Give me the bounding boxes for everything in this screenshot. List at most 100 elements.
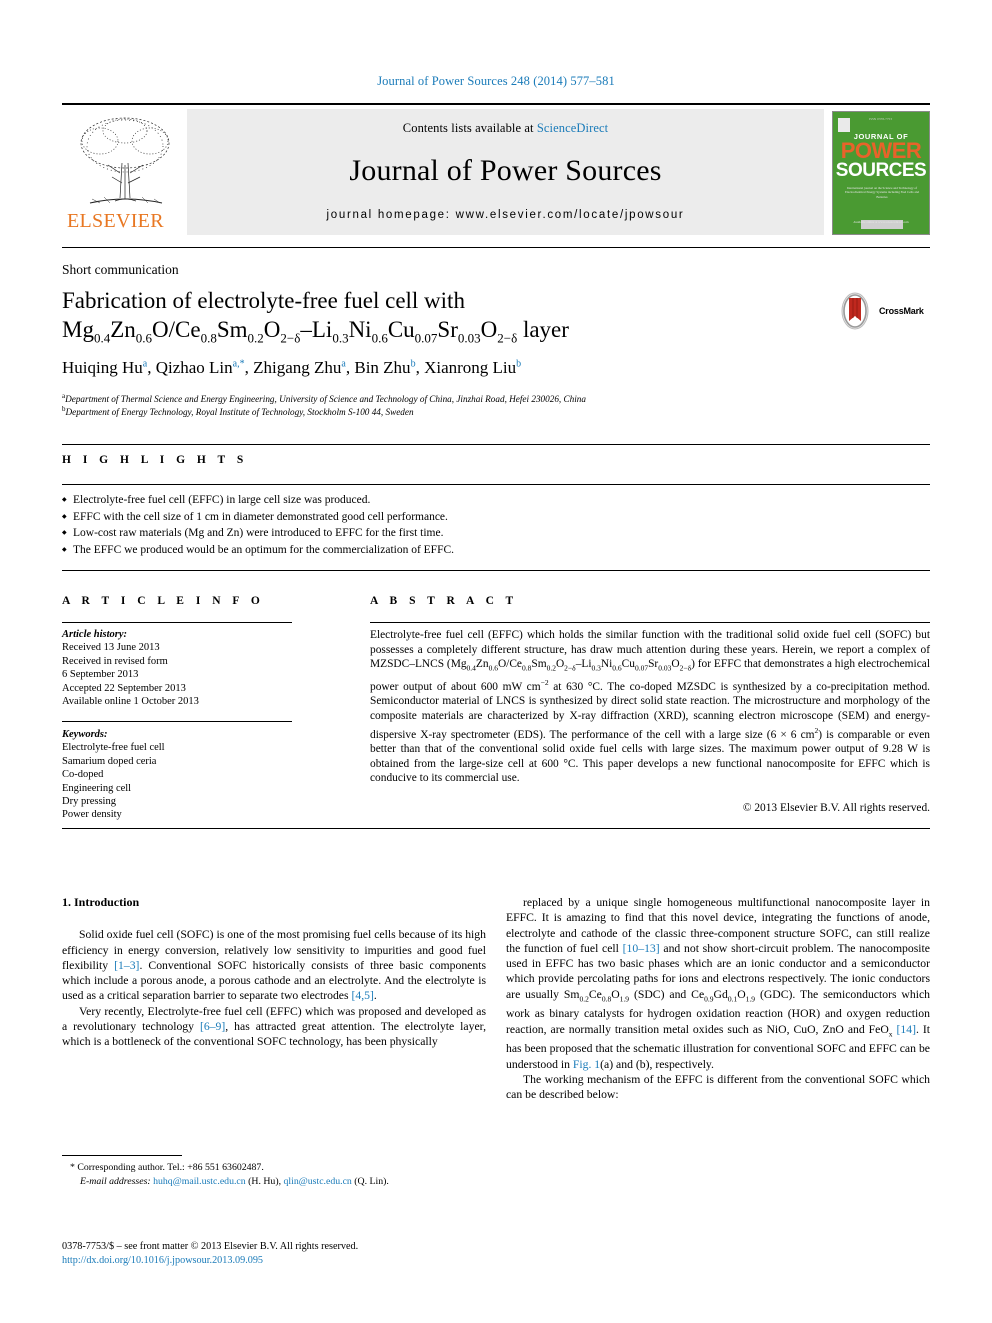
- author-affiliation-mark: a: [142, 358, 148, 370]
- citation-link[interactable]: Fig. 1: [573, 1058, 600, 1071]
- body-column-left: 1. Introduction Solid oxide fuel cell (S…: [62, 895, 486, 1050]
- title-chemical-formula: Mg0.4Zn0.6O/Ce0.8Sm0.2O2−δ–Li0.3Ni0.6Cu0…: [62, 317, 569, 346]
- keyword-item: Engineering cell: [62, 782, 132, 794]
- subscript: 1.9: [619, 994, 630, 1004]
- article-history-entry: Received 13 June 2013: [62, 642, 160, 654]
- author-name: Qizhao Lin: [155, 358, 233, 377]
- contents-prefix: Contents lists available at: [402, 121, 537, 135]
- subscript: 0.6: [612, 663, 622, 673]
- keyword-item: Power density: [62, 809, 122, 821]
- body-paragraph: replaced by a unique single homogeneous …: [506, 896, 931, 1071]
- abstract-text: Electrolyte-free fuel cell (EFFC) which …: [370, 629, 930, 785]
- subscript: 0.2: [579, 994, 589, 1004]
- author-name: Xianrong Liu: [424, 358, 517, 377]
- abstract-heading: A B S T R A C T: [370, 595, 518, 607]
- author-affiliation-mark: a: [341, 358, 346, 370]
- highlight-item: EFFC with the cell size of 1 cm in diame…: [62, 509, 930, 526]
- doi-link[interactable]: http://dx.doi.org/10.1016/j.jpowsour.201…: [62, 1254, 502, 1268]
- email-label: E-mail addresses:: [80, 1175, 154, 1187]
- subscript: x: [888, 1029, 893, 1039]
- issn-block: 0378-7753/$ – see front matter © 2013 El…: [62, 1240, 502, 1267]
- paper-page: Journal of Power Sources 248 (2014) 577–…: [0, 0, 992, 1323]
- article-history-entry: Received in revised form: [62, 655, 168, 667]
- subscript: 1.9: [745, 994, 756, 1004]
- subscript: 0.3: [591, 663, 601, 673]
- citation-link[interactable]: [4,5]: [351, 989, 373, 1002]
- citation-link[interactable]: [1–3]: [114, 959, 139, 972]
- cover-footer-text: Available online at www.sciencedirect.co…: [853, 220, 909, 224]
- issn-line: 0378-7753/$ – see front matter © 2013 El…: [62, 1241, 359, 1252]
- subscript: 0.07: [634, 663, 649, 673]
- author-name: Bin Zhu: [354, 358, 411, 377]
- email-addresses-line: E-mail addresses: huhq@mail.ustc.edu.cn …: [62, 1175, 492, 1189]
- cover-power-text: POWER: [840, 138, 922, 163]
- author-name: Huiqing Hu: [62, 358, 143, 377]
- article-history-items: Received 13 June 2013 Received in revised…: [62, 641, 312, 708]
- subscript: 0.03: [658, 663, 672, 673]
- body-column-right: replaced by a unique single homogeneous …: [506, 895, 930, 1103]
- elsevier-wordmark: ELSEVIER: [67, 210, 164, 232]
- cover-elsevier-mark: [838, 118, 850, 132]
- highlights-list: Electrolyte-free fuel cell (EFFC) in lar…: [62, 492, 930, 558]
- masthead-center: Contents lists available at ScienceDirec…: [187, 109, 824, 235]
- highlight-item: Electrolyte-free fuel cell (EFFC) in lar…: [62, 492, 930, 509]
- left-paragraphs: Solid oxide fuel cell (SOFC) is one of t…: [62, 927, 486, 1049]
- email-link[interactable]: huhq@mail.ustc.edu.cn: [153, 1176, 246, 1187]
- section-heading-introduction: 1. Introduction: [62, 895, 140, 909]
- keywords-divider: [62, 721, 292, 722]
- elsevier-logo: ELSEVIER: [62, 109, 187, 235]
- superscript: −2: [540, 678, 549, 688]
- abstract-divider: [370, 622, 930, 623]
- email-owner: (Q. Lin).: [351, 1175, 389, 1187]
- subscript: 0.8: [200, 330, 217, 346]
- highlights-divider-mid: [62, 484, 930, 485]
- journal-homepage[interactable]: journal homepage: www.elsevier.com/locat…: [187, 188, 824, 221]
- subscript: 0.2: [247, 330, 264, 346]
- subscript: 0.9: [704, 994, 714, 1004]
- subscript: 0.1: [727, 994, 738, 1004]
- citation-link[interactable]: [6–9]: [200, 1020, 225, 1033]
- cover-blurb: International journal on the Science and…: [844, 186, 920, 199]
- subscript: 0.4: [466, 663, 476, 673]
- article-history-entry: 6 September 2013: [62, 669, 139, 681]
- page-title: Fabrication of electrolyte-free fuel cel…: [62, 286, 762, 353]
- subscript: 0.3: [332, 330, 349, 346]
- running-head: Journal of Power Sources 248 (2014) 577–…: [377, 74, 615, 88]
- article-history-label: Article history:: [62, 629, 128, 640]
- author-list: Huiqing Hua, Qizhao Lina,*, Zhigang Zhua…: [62, 358, 522, 377]
- article-history: Article history: Received 13 June 2013 Re…: [62, 628, 312, 708]
- article-history-entry: Available online 1 October 2013: [62, 696, 199, 708]
- email-link[interactable]: qlin@ustc.edu.cn: [284, 1176, 352, 1187]
- subscript: 0.6: [371, 330, 388, 346]
- subscript: 0.2: [546, 663, 556, 673]
- crossmark-badge[interactable]: CrossMark: [835, 288, 940, 334]
- crossmark-label: CrossMark: [879, 306, 924, 316]
- article-info-divider: [62, 622, 292, 623]
- copyright-line: © 2013 Elsevier B.V. All rights reserved…: [742, 802, 930, 814]
- article-history-entry: Accepted 22 September 2013: [62, 682, 186, 694]
- sciencedirect-link[interactable]: ScienceDirect: [537, 121, 608, 135]
- subscript: 0.07: [414, 330, 438, 346]
- highlights-divider-bottom: [62, 570, 930, 571]
- subscript: 0.6: [135, 330, 153, 346]
- title-divider: [62, 247, 930, 248]
- journal-title: Journal of Power Sources: [349, 154, 662, 187]
- subscript: 0.8: [521, 663, 532, 673]
- citation-link[interactable]: [14]: [897, 1023, 916, 1036]
- journal-masthead: ELSEVIER Contents lists available at Sci…: [62, 103, 930, 235]
- author-affiliation-mark: b: [410, 358, 416, 370]
- citation-link[interactable]: [10–13]: [623, 942, 660, 955]
- journal-cover-thumbnail: ISSN 0378-7753 JOURNAL OF POWER SOURCES …: [832, 111, 930, 235]
- affiliation-b: bDepartment of Energy Technology, Royal …: [62, 403, 932, 419]
- subscript: 2−δ: [679, 663, 692, 673]
- body-paragraph: The working mechanism of the EFFC is dif…: [506, 1072, 930, 1102]
- subscript: 2−δ: [280, 330, 301, 346]
- keyword-item: Co-doped: [62, 769, 104, 781]
- body-paragraph: Solid oxide fuel cell (SOFC) is one of t…: [62, 928, 486, 1003]
- subscript: 2−δ: [564, 663, 576, 673]
- cover-issn: ISSN 0378-7753: [869, 117, 893, 121]
- author-affiliation-mark: b: [516, 358, 522, 370]
- keywords-block: Keywords: Electrolyte-free fuel cell Sama…: [62, 728, 312, 822]
- subscript: 0.8: [601, 994, 612, 1004]
- footnote-block: * Corresponding author. Tel.: +86 551 63…: [62, 1161, 492, 1188]
